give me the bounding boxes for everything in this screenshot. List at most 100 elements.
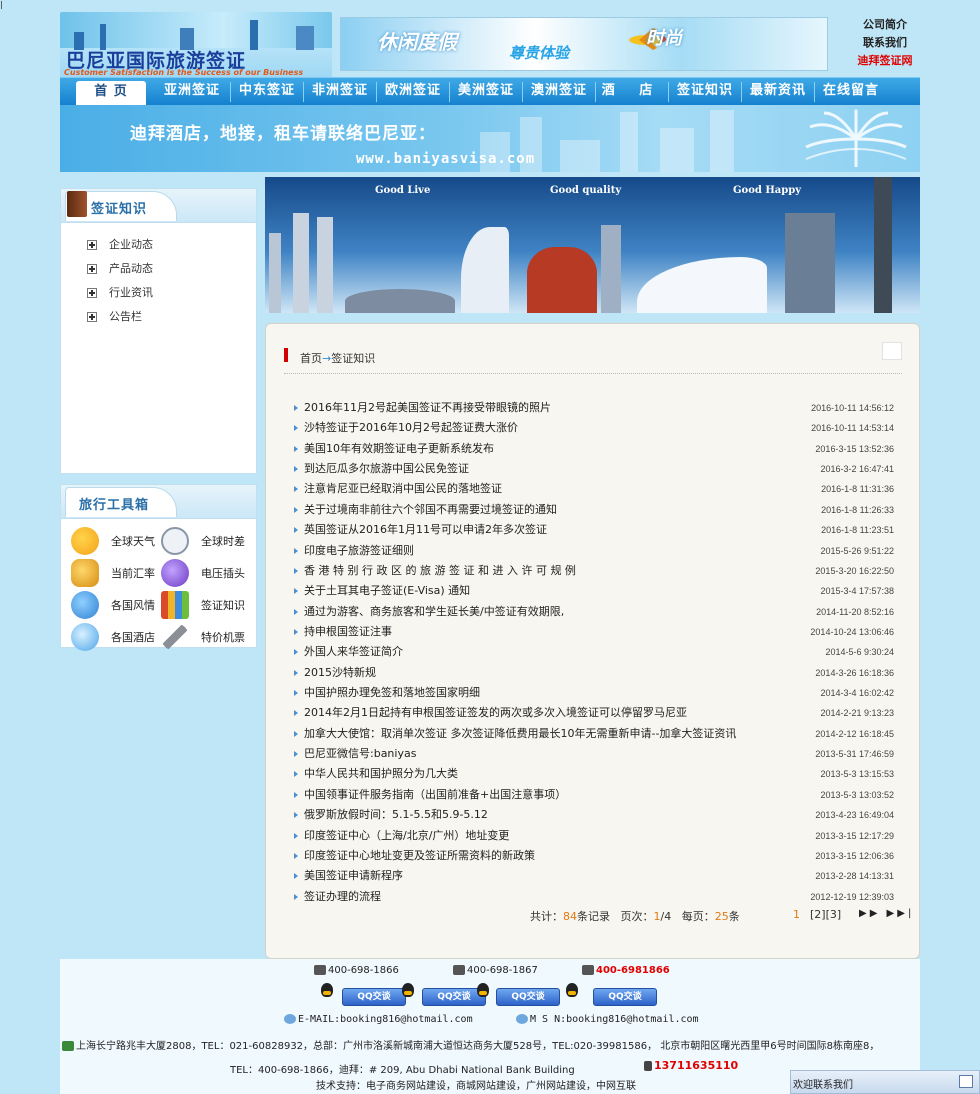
tool-cheap-flights[interactable]: 特价机票	[159, 621, 249, 653]
tool-visa-knowledge[interactable]: 签证知识	[159, 589, 249, 621]
tool-country-hotels[interactable]: 各国酒店	[69, 621, 159, 653]
news-title[interactable]: 中国护照办理免签和落地签国家明细	[304, 683, 480, 703]
nav-item-europe-visa[interactable]: 欧洲签证	[377, 78, 449, 106]
news-title[interactable]: 注意肯尼亚已经取消中国公民的落地签证	[304, 479, 502, 499]
news-item[interactable]: 2014年2月1日起持有申根国签证签发的两次或多次入境签证可以停留罗马尼亚 201…	[294, 703, 894, 723]
news-title[interactable]: 巴尼亚微信号:baniyas	[304, 744, 416, 764]
msn-text[interactable]: M S N:booking816@hotmail.com	[530, 1014, 699, 1025]
news-panel: 首页→签证知识 2016年11月2号起美国签证不再接受带眼镜的照片 2016-10…	[265, 323, 920, 959]
tool-world-time[interactable]: 全球时差	[159, 525, 249, 557]
tool-label: 各国风情	[111, 599, 155, 612]
news-item[interactable]: 俄罗斯放假时间：5.1-5.5和5.9-5.12 2013-4-23 16:49:…	[294, 805, 894, 825]
news-item[interactable]: 关于土耳其电子签证(E-Visa) 通知 2015-3-4 17:57:38	[294, 581, 894, 601]
site-logo[interactable]: 巴尼亚国际旅游签证 Customer Satisfaction is the S…	[60, 12, 332, 78]
link-dubai-visa[interactable]: 迪拜签证网	[842, 52, 928, 70]
qq-chat-button[interactable]: QQ交谈	[342, 988, 406, 1006]
dubai-hotel-banner[interactable]: 迪拜酒店，地接，租车请联络巴尼亚： www.baniyasvisa.com	[60, 105, 920, 172]
link-company-intro[interactable]: 公司简介	[842, 16, 928, 34]
link-contact-us[interactable]: 联系我们	[842, 34, 928, 52]
qq-chat-button[interactable]: QQ交谈	[496, 988, 560, 1006]
news-item[interactable]: 通过为游客、商务旅客和学生延长美/中签证有效期限, 2014-11-20 8:52…	[294, 602, 894, 622]
nav-item-america-visa[interactable]: 美洲签证	[450, 78, 522, 106]
news-title[interactable]: 加拿大大使馆：取消单次签证 多次签证降低费用最长10年无需重新申请--加拿大签证…	[304, 724, 736, 744]
news-item[interactable]: 沙特签证于2016年10月2号起签证费大涨价 2016-10-11 14:53:1…	[294, 418, 894, 438]
news-item[interactable]: 美国签证申请新程序 2013-2-28 14:13:31	[294, 866, 894, 886]
category-item[interactable]: 企业动态	[87, 233, 256, 257]
nav-item-oceania-visa[interactable]: 澳洲签证	[523, 78, 595, 106]
news-title[interactable]: 印度签证中心（上海/北京/广州）地址变更	[304, 826, 509, 846]
news-item[interactable]: 中国护照办理免签和落地签国家明细 2014-3-4 16:02:42	[294, 683, 894, 703]
news-item[interactable]: 中华人民共和国护照分为几大类 2013-5-3 13:15:53	[294, 764, 894, 784]
news-title[interactable]: 沙特签证于2016年10月2号起签证费大涨价	[304, 418, 518, 438]
news-title[interactable]: 美国签证申请新程序	[304, 866, 403, 886]
pager-other-pages[interactable]: [2][3]	[810, 908, 841, 921]
plus-icon	[87, 288, 97, 298]
news-item[interactable]: 中国领事证件服务指南（出国前准备+出国注意事项） 2013-5-3 13:03:5…	[294, 785, 894, 805]
news-title[interactable]: 2016年11月2号起美国签证不再接受带眼镜的照片	[304, 398, 551, 418]
news-item[interactable]: 美国10年有效期签证电子更新系统发布 2016-3-15 13:52:36	[294, 439, 894, 459]
phone-number: 400-698-1867	[467, 965, 538, 976]
category-item[interactable]: 产品动态	[87, 257, 256, 281]
news-title[interactable]: 到达厄瓜多尔旅游中国公民免签证	[304, 459, 469, 479]
news-item[interactable]: 印度签证中心（上海/北京/广州）地址变更 2013-3-15 12:17:29	[294, 826, 894, 846]
tool-voltage-plug[interactable]: 电压插头	[159, 557, 249, 589]
news-item[interactable]: 关于过境南非前往六个邻国不再需要过境签证的通知 2016-1-8 11:26:33	[294, 500, 894, 520]
news-item[interactable]: 2015沙特新规 2014-3-26 16:18:36	[294, 663, 894, 683]
welcome-contact-popup[interactable]: 欢迎联系我们	[790, 1070, 980, 1094]
news-item[interactable]: 印度电子旅游签证细则 2015-5-26 9:51:22	[294, 541, 894, 561]
phone-number: 400-6981866	[596, 965, 670, 976]
breadcrumb-home-link[interactable]: 首页	[300, 352, 322, 365]
news-item[interactable]: 外国人来华签证简介 2014-5-6 9:30:24	[294, 642, 894, 662]
breadcrumb-box	[882, 342, 902, 360]
news-title[interactable]: 中国领事证件服务指南（出国前准备+出国注意事项）	[304, 785, 566, 805]
news-item[interactable]: 巴尼亚微信号:baniyas 2013-5-31 17:46:59	[294, 744, 894, 764]
news-title[interactable]: 外国人来华签证简介	[304, 642, 403, 662]
top-ad-banner[interactable]: 休闲度假 尊贵体验 时尚	[340, 17, 828, 71]
news-title[interactable]: 美国10年有效期签证电子更新系统发布	[304, 439, 494, 459]
email-text[interactable]: E-MAIL:booking816@hotmail.com	[298, 1014, 473, 1025]
tool-exchange-rate[interactable]: 当前汇率	[69, 557, 159, 589]
nav-item-online-message[interactable]: 在线留言	[815, 78, 887, 106]
news-title[interactable]: 关于土耳其电子签证(E-Visa) 通知	[304, 581, 470, 601]
nav-item-africa-visa[interactable]: 非洲签证	[304, 78, 376, 106]
pager-next-arrows[interactable]: ▶▶ ▶▶|	[859, 908, 914, 919]
news-title[interactable]: 香 港 特 别 行 政 区 的 旅 游 签 证 和 进 入 许 可 规 例	[304, 561, 576, 581]
news-title[interactable]: 印度电子旅游签证细则	[304, 541, 414, 561]
category-item[interactable]: 行业资讯	[87, 281, 256, 305]
news-title[interactable]: 印度签证中心地址变更及签证所需资料的新政策	[304, 846, 535, 866]
nav-item-home[interactable]: 首 页	[76, 81, 146, 106]
nav-item-hotel[interactable]: 酒 店	[596, 78, 668, 106]
news-item[interactable]: 注意肯尼亚已经取消中国公民的落地签证 2016-1-8 11:31:36	[294, 479, 894, 499]
news-item[interactable]: 印度签证中心地址变更及签证所需资料的新政策 2013-3-15 12:06:36	[294, 846, 894, 866]
nav-item-middle-east-visa[interactable]: 中东签证	[231, 78, 303, 106]
popup-restore-icon[interactable]	[959, 1075, 973, 1088]
news-item[interactable]: 签证办理的流程 2012-12-19 12:39:03	[294, 887, 894, 907]
news-item[interactable]: 英国签证从2016年1月11号可以申请2年多次签证 2016-1-8 11:23:…	[294, 520, 894, 540]
nav-item-latest-news[interactable]: 最新资讯	[742, 78, 814, 106]
landmark-slideshow[interactable]: Good Live Good quality Good Happy	[265, 177, 920, 313]
news-title[interactable]: 签证办理的流程	[304, 887, 381, 907]
category-item[interactable]: 公告栏	[87, 305, 256, 329]
news-title[interactable]: 关于过境南非前往六个邻国不再需要过境签证的通知	[304, 500, 557, 520]
nav-item-visa-knowledge[interactable]: 签证知识	[669, 78, 741, 106]
bullet-icon	[294, 445, 298, 452]
clock-icon	[161, 527, 189, 555]
news-title[interactable]: 2014年2月1日起持有申根国签证签发的两次或多次入境签证可以停留罗马尼亚	[304, 703, 687, 723]
tool-country-customs[interactable]: 各国风情	[69, 589, 159, 621]
news-item[interactable]: 香 港 特 别 行 政 区 的 旅 游 签 证 和 进 入 许 可 规 例 201…	[294, 561, 894, 581]
news-title[interactable]: 俄罗斯放假时间：5.1-5.5和5.9-5.12	[304, 805, 488, 825]
news-item[interactable]: 2016年11月2号起美国签证不再接受带眼镜的照片 2016-10-11 14:5…	[294, 398, 894, 418]
qq-chat-button[interactable]: QQ交谈	[593, 988, 657, 1006]
news-date: 2016-1-8 11:31:36	[821, 484, 894, 495]
news-title[interactable]: 通过为游客、商务旅客和学生延长美/中签证有效期限,	[304, 602, 564, 622]
nav-item-asia-visa[interactable]: 亚洲签证	[156, 78, 228, 106]
news-title[interactable]: 持申根国签证注事	[304, 622, 392, 642]
news-title[interactable]: 2015沙特新规	[304, 663, 376, 683]
news-item[interactable]: 到达厄瓜多尔旅游中国公民免签证 2016-3-2 16:47:41	[294, 459, 894, 479]
news-item[interactable]: 加拿大大使馆：取消单次签证 多次签证降低费用最长10年无需重新申请--加拿大签证…	[294, 724, 894, 744]
news-item[interactable]: 持申根国签证注事 2014-10-24 13:06:46	[294, 622, 894, 642]
tool-world-weather[interactable]: 全球天气	[69, 525, 159, 557]
pager-current-page[interactable]: 1	[793, 908, 800, 921]
news-title[interactable]: 中华人民共和国护照分为几大类	[304, 764, 458, 784]
news-title[interactable]: 英国签证从2016年1月11号可以申请2年多次签证	[304, 520, 547, 540]
